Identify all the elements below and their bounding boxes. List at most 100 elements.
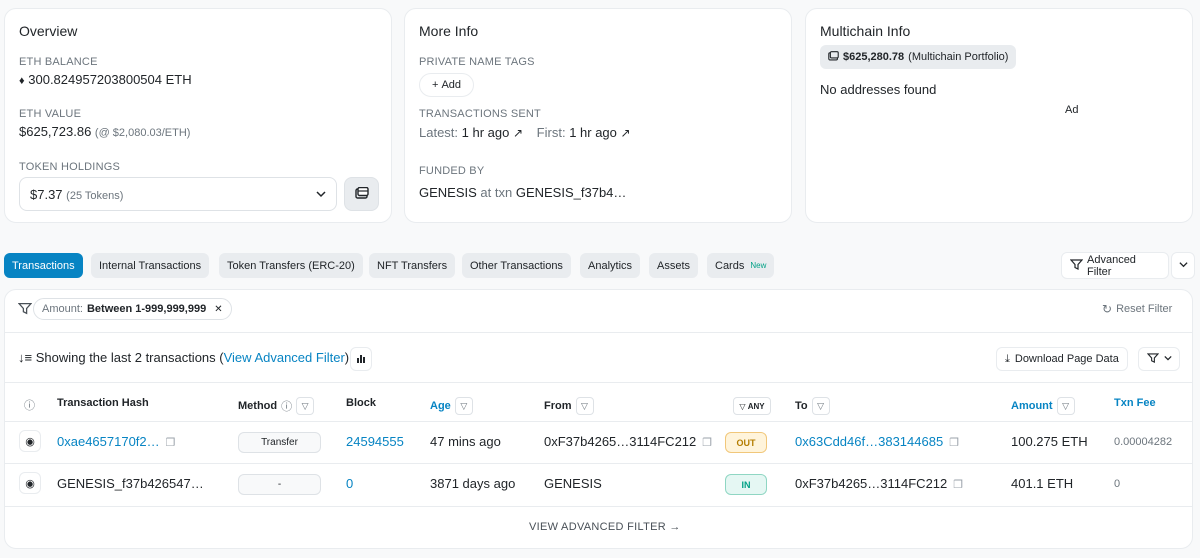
copy-icon[interactable]: ❐ [166,437,176,449]
copy-icon[interactable]: ❐ [949,437,959,449]
tab-cards[interactable]: Cards New [707,253,775,278]
bar-chart-icon [356,353,366,366]
table-row-1-block[interactable]: 24594555 [346,434,404,449]
table-row-1-hash[interactable]: 0xae4657170f2… ❐ [57,434,176,449]
overview-title: Overview [19,23,78,39]
eye-icon: ◉ [25,477,35,490]
help-icon[interactable]: ⓘ [24,397,35,413]
funded-by-value: GENESIS at txn GENESIS_f37b4… [419,185,627,200]
filter-icon [17,302,33,318]
table-row-1-amount: 100.275 ETH [1011,434,1088,449]
view-advanced-filter-link[interactable]: View Advanced Filter [224,350,345,365]
chevron-down-icon [316,187,326,202]
table-row-1-method: Transfer [238,432,321,453]
header-to: To ▽ [795,397,830,415]
to-filter-icon[interactable]: ▽ [811,397,830,415]
new-badge: New [750,261,767,270]
token-holdings-dropdown[interactable]: $7.37 (25 Tokens) [19,177,337,211]
amount-filter-icon[interactable]: ▽ [1056,397,1075,415]
multichain-card: Multichain Info $625,280.78 (Multichain … [805,8,1193,223]
chart-button[interactable] [350,347,372,371]
row-preview-button[interactable]: ◉ [19,430,41,452]
wallet-icon [828,50,839,64]
divider [5,506,1192,507]
chevron-down-icon [1163,353,1172,365]
header-txn-fee[interactable]: Txn Fee [1114,397,1156,409]
eth-value-label: ETH VALUE [19,108,82,120]
advanced-filter-dropdown[interactable] [1171,252,1195,279]
tab-analytics[interactable]: Analytics [580,253,641,278]
tab-token-transfers[interactable]: Token Transfers (ERC-20) [219,253,363,278]
wallet-icon [354,186,369,202]
header-block: Block [346,397,376,409]
header-amount[interactable]: Amount ▽ [1011,397,1075,415]
tab-internal-transactions[interactable]: Internal Transactions [91,253,210,278]
tx-sent-label: TRANSACTIONS SENT [419,108,541,120]
multichain-portfolio-button[interactable]: $625,280.78 (Multichain Portfolio) [820,45,1017,69]
advanced-filter-button[interactable]: Advanced Filter [1061,252,1169,279]
transactions-panel [4,289,1193,549]
filter-icon [1069,258,1084,273]
row-preview-button[interactable]: ◉ [19,472,41,494]
copy-icon[interactable]: ❐ [702,437,712,449]
table-row-2-block[interactable]: 0 [346,476,353,491]
age-filter-icon[interactable]: ▽ [454,397,473,415]
multichain-title: Multichain Info [820,23,911,39]
chevron-down-icon [1178,260,1188,272]
copy-icon[interactable]: ❐ [953,479,963,491]
more-info-title: More Info [419,23,479,39]
token-holdings-label: TOKEN HOLDINGS [19,161,121,173]
help-icon[interactable]: ⓘ [281,398,292,414]
header-direction-any[interactable]: ▽ ANY [733,397,771,415]
table-row-2-direction-badge: IN [725,474,767,495]
more-info-card: More Info PRIVATE NAME TAGS + Add TRANSA… [404,8,792,223]
first-tx-link[interactable]: 1 hr ago [569,125,617,140]
divider [5,382,1192,383]
add-tag-button[interactable]: + Add [419,73,475,97]
arrow-right-icon: → [669,521,681,533]
header-from: From ▽ [544,397,594,415]
table-row-2-to: 0xF37b4265…3114FC212 ❐ [795,476,964,491]
funded-by-label: FUNDED BY [419,165,485,177]
table-row-2-hash[interactable]: GENESIS_f37b426547… [57,476,204,491]
divider [5,421,1192,422]
tab-other-transactions[interactable]: Other Transactions [462,253,571,278]
multichain-wallet-button[interactable] [344,177,379,211]
table-row-2-amount: 401.1 ETH [1011,476,1074,491]
table-row-1-fee: 0.00004282 [1114,436,1173,448]
header-age[interactable]: Age ▽ [430,397,473,415]
eth-balance-label: ETH BALANCE [19,56,98,68]
eth-balance-value: ♦ 300.824957203800504 ETH [19,72,192,87]
filter-icon [1146,352,1159,366]
table-row-1-age: 47 mins ago [430,434,501,449]
eth-value: $625,723.86 (@ $2,080.03/ETH) [19,124,191,139]
overview-card: Overview ETH BALANCE ♦ 300.8249572038005… [4,8,392,223]
latest-tx-link[interactable]: 1 hr ago [462,125,510,140]
table-row-1-to[interactable]: 0x63Cdd46f…383144685 ❐ [795,434,959,449]
external-arrow-icon: ↗ [512,126,524,140]
tab-transactions[interactable]: Transactions [4,253,83,278]
method-filter-icon[interactable]: ▽ [296,397,315,415]
ad-label: Ad [1065,104,1079,116]
view-advanced-filter-footer-link[interactable]: VIEW ADVANCED FILTER → [529,521,681,533]
close-icon[interactable]: ✕ [214,304,222,315]
download-icon: ⤓ [1005,352,1010,365]
table-row-1-from[interactable]: 0xF37b4265…3114FC212 ❐ [544,434,712,449]
column-filter-button[interactable] [1138,347,1180,371]
no-addresses-text: No addresses found [820,82,937,97]
tab-assets[interactable]: Assets [649,253,699,278]
from-filter-icon[interactable]: ▽ [575,397,594,415]
download-page-data-button[interactable]: ⤓ Download Page Data [996,347,1128,371]
sort-icon: ↓≡ [18,350,33,365]
funded-by-source[interactable]: GENESIS [419,185,477,200]
funded-by-txn-link[interactable]: GENESIS_f37b4… [516,185,627,200]
amount-filter-chip[interactable]: Amount: Between 1-999,999,999 ✕ [33,298,232,320]
plus-icon: + [432,79,439,91]
table-row-2-from: GENESIS [544,476,602,491]
divider [5,332,1192,333]
external-arrow-icon: ↗ [620,126,631,140]
reset-filter-button[interactable]: ↻ Reset Filter [1102,302,1172,316]
table-row-2-fee: 0 [1114,478,1121,490]
tab-nft-transfers[interactable]: NFT Transfers [369,253,456,278]
header-method: Method ⓘ ▽ [238,397,315,415]
